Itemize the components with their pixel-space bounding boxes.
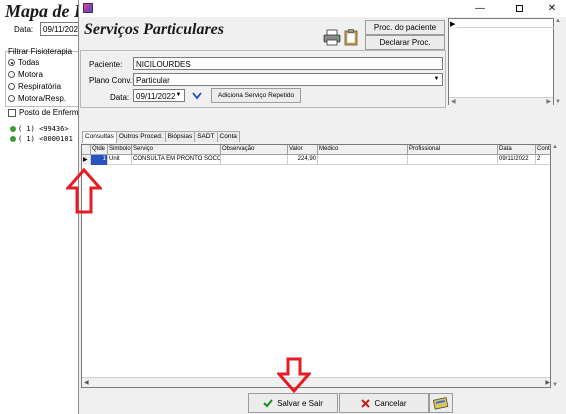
chevron-down-icon: ▼ bbox=[433, 76, 440, 82]
print-icon bbox=[323, 29, 341, 46]
filter-radio-motora-resp[interactable]: Motora/Resp. bbox=[8, 94, 66, 103]
scroll-down-icon: ▼ bbox=[552, 382, 558, 388]
grid-header-cell[interactable]: Observação bbox=[221, 145, 288, 155]
declarar-proc-button[interactable]: Declarar Proc. bbox=[365, 35, 445, 50]
title-bar[interactable]: — ✕ bbox=[79, 0, 566, 17]
filter-radio-todas[interactable]: Todas bbox=[8, 58, 39, 67]
right-list-panel[interactable]: ▶ ◀ ▶ bbox=[448, 18, 555, 105]
tab-consultas[interactable]: Consultas bbox=[82, 131, 117, 143]
background-date-label: Data: bbox=[14, 25, 34, 34]
row-pointer-icon: ▶ bbox=[82, 155, 91, 165]
table-cell[interactable]: 1 bbox=[91, 155, 108, 165]
maximize-button[interactable] bbox=[504, 0, 534, 17]
grid-header-cell[interactable]: Data bbox=[498, 145, 536, 155]
grid-horizontal-scrollbar[interactable]: ◀ ▶ bbox=[82, 377, 550, 387]
close-button[interactable]: ✕ bbox=[537, 0, 566, 17]
tab-outros-proced[interactable]: Outros Proced. bbox=[115, 131, 166, 142]
chevron-down-icon: ▼ bbox=[175, 92, 182, 98]
check-icon bbox=[263, 399, 273, 408]
filter-radio-respiratoria[interactable]: Respiratória bbox=[8, 82, 61, 91]
paciente-field[interactable]: NICILOURDES bbox=[133, 57, 443, 70]
scroll-left-icon: ◀ bbox=[451, 99, 456, 105]
right-list-header bbox=[457, 20, 555, 28]
adiciona-servico-button[interactable]: Adiciona Serviço Repetido bbox=[211, 88, 301, 103]
services-grid[interactable]: Qtde Simbolo Serviço Observação Valor Mé… bbox=[81, 144, 551, 388]
table-cell[interactable] bbox=[221, 155, 288, 165]
maximize-icon bbox=[515, 4, 523, 12]
scroll-right-icon: ▶ bbox=[546, 99, 551, 105]
clipboard-icon bbox=[344, 29, 358, 46]
grid-header-cell[interactable]: Valor bbox=[288, 145, 318, 155]
salvar-sair-button[interactable]: Salvar e Sair bbox=[248, 393, 338, 413]
data-label: Data: bbox=[110, 93, 130, 102]
annotation-arrow-up-icon bbox=[66, 168, 102, 214]
radio-icon bbox=[8, 83, 15, 90]
proc-paciente-button[interactable]: Proc. do paciente bbox=[365, 20, 445, 35]
scroll-right-icon: ▶ bbox=[545, 380, 550, 386]
radio-icon bbox=[8, 59, 15, 66]
row-pointer-icon: ▶ bbox=[450, 21, 456, 28]
checkbox-icon bbox=[8, 108, 16, 117]
status-dot-icon bbox=[10, 126, 16, 132]
servicos-particulares-dialog: — ✕ Serviços Particulares Proc. do pacie… bbox=[78, 0, 566, 414]
grid-header-cell[interactable]: Conta bbox=[536, 145, 550, 155]
table-cell[interactable]: 224,90 bbox=[288, 155, 318, 165]
scroll-up-icon: ▲ bbox=[555, 18, 561, 24]
radio-icon bbox=[8, 71, 15, 78]
calendar-button[interactable] bbox=[190, 89, 204, 102]
table-cell[interactable]: Unit bbox=[108, 155, 132, 165]
right-vertical-scrollbar[interactable]: ▲ ▼ bbox=[554, 18, 562, 105]
plano-select[interactable]: Particular ▼ bbox=[133, 73, 443, 86]
table-cell[interactable]: CONSULTA EM PRONTO SOCOR bbox=[132, 155, 221, 165]
grid-header-cell[interactable]: Simbolo bbox=[108, 145, 132, 155]
grid-header-cell[interactable]: Serviço bbox=[132, 145, 221, 155]
grid-header-cell[interactable]: Qtde bbox=[91, 145, 108, 155]
radio-icon bbox=[8, 95, 15, 102]
tree-item[interactable]: ( 1) <99436> bbox=[10, 125, 69, 133]
grid-header-cell[interactable]: Profissional bbox=[408, 145, 498, 155]
background-date-field[interactable]: 09/11/2022 bbox=[40, 22, 80, 36]
table-cell[interactable] bbox=[408, 155, 498, 165]
tab-conta[interactable]: Conta bbox=[216, 131, 240, 142]
scroll-down-icon: ▼ bbox=[555, 99, 561, 105]
payment-button[interactable] bbox=[429, 393, 453, 413]
minimize-button[interactable]: — bbox=[465, 0, 495, 17]
grid-header-cell[interactable]: Médico bbox=[318, 145, 408, 155]
table-cell[interactable]: 2 bbox=[536, 155, 550, 165]
app-icon bbox=[83, 3, 93, 13]
right-horizontal-scrollbar[interactable]: ◀ ▶ bbox=[449, 97, 553, 105]
cancelar-button[interactable]: Cancelar bbox=[339, 393, 429, 413]
x-icon bbox=[361, 398, 371, 408]
grid-vertical-scrollbar[interactable]: ▲ ▼ bbox=[551, 144, 560, 388]
service-tabs: Consultas Outros Proced. Biópsias SADT C… bbox=[82, 131, 240, 143]
scroll-left-icon: ◀ bbox=[84, 380, 89, 386]
annotation-arrow-down-icon bbox=[277, 357, 311, 393]
clipboard-button[interactable] bbox=[342, 28, 360, 46]
calendar-icon bbox=[192, 92, 202, 100]
tab-biopsias[interactable]: Biópsias bbox=[164, 131, 196, 142]
filter-radio-motora[interactable]: Motora bbox=[8, 70, 43, 79]
status-dot-icon bbox=[10, 136, 16, 142]
plano-label: Plano Conv.: bbox=[89, 76, 135, 85]
table-cell[interactable]: 09/11/2022 bbox=[498, 155, 536, 165]
tab-sadt[interactable]: SADT bbox=[194, 131, 218, 142]
grid-header: Qtde Simbolo Serviço Observação Valor Mé… bbox=[82, 145, 550, 155]
payment-card-icon bbox=[433, 397, 449, 410]
table-cell[interactable] bbox=[318, 155, 408, 165]
data-picker[interactable]: 09/11/2022 ▼ bbox=[133, 89, 185, 102]
print-button[interactable] bbox=[323, 28, 341, 46]
filter-label: Filtrar Fisioterapia bbox=[8, 47, 73, 56]
dialog-heading: Serviços Particulares bbox=[84, 21, 224, 38]
paciente-label: Paciente: bbox=[89, 60, 123, 69]
background-title: Mapa de F bbox=[5, 1, 86, 21]
tree-item[interactable]: ( 1) <0000101 bbox=[10, 135, 73, 143]
grid-indicator-header bbox=[82, 145, 91, 155]
table-row[interactable]: ▶ 1 Unit CONSULTA EM PRONTO SOCOR 224,90… bbox=[82, 155, 550, 165]
scroll-up-icon: ▲ bbox=[552, 144, 558, 150]
patient-form: Paciente: NICILOURDES Plano Conv.: Parti… bbox=[80, 50, 446, 108]
posto-checkbox[interactable]: Posto de Enfermr bbox=[8, 108, 81, 117]
